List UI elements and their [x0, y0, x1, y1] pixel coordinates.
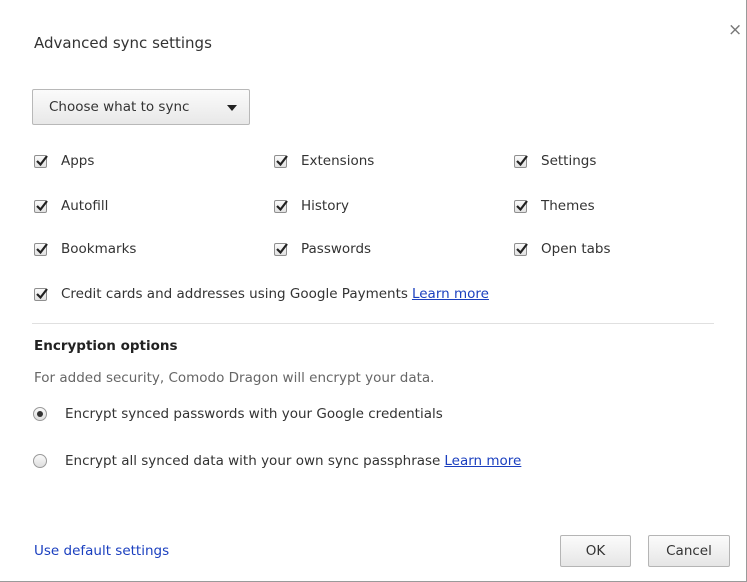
choose-what-to-sync-dropdown[interactable]: Choose what to sync — [32, 89, 250, 125]
checkbox-credit-cards[interactable]: Credit cards and addresses using Google … — [34, 286, 489, 302]
checkbox-label: Passwords — [301, 241, 372, 257]
checkbox-passwords[interactable]: Passwords — [274, 241, 371, 257]
checkmark-icon[interactable] — [514, 242, 528, 256]
radio-label: Encrypt synced passwords with your Googl… — [65, 406, 443, 422]
checkmark-icon[interactable] — [34, 154, 48, 168]
use-default-settings-link[interactable]: Use default settings — [34, 543, 169, 559]
checkmark-icon[interactable] — [274, 199, 288, 213]
checkbox-label: Credit cards and addresses using Google … — [61, 286, 408, 302]
checkmark-icon[interactable] — [34, 199, 48, 213]
checkbox-label: Open tabs — [541, 241, 611, 257]
checkbox-label: Autofill — [61, 198, 109, 214]
checkbox-label: Extensions — [301, 153, 375, 169]
radio-encrypt-all[interactable]: Encrypt all synced data with your own sy… — [33, 453, 521, 469]
learn-more-link[interactable]: Learn more — [412, 286, 489, 302]
checkmark-icon[interactable] — [34, 287, 48, 301]
advanced-sync-dialog: Advanced sync settings × Choose what to … — [0, 0, 747, 582]
ok-button[interactable]: OK — [560, 535, 631, 567]
radio-unselected-icon[interactable] — [33, 454, 47, 468]
checkbox-open-tabs[interactable]: Open tabs — [514, 241, 611, 257]
encryption-title: Encryption options — [34, 338, 178, 354]
checkmark-icon[interactable] — [274, 242, 288, 256]
checkmark-icon[interactable] — [34, 242, 48, 256]
dropdown-label: Choose what to sync — [49, 99, 190, 115]
radio-selected-icon[interactable] — [33, 407, 47, 421]
checkmark-icon[interactable] — [514, 154, 528, 168]
checkbox-apps[interactable]: Apps — [34, 153, 94, 169]
checkbox-label: Themes — [541, 198, 595, 214]
dropdown-arrow-icon — [227, 105, 237, 111]
close-icon[interactable]: × — [728, 22, 742, 39]
section-divider — [32, 323, 714, 324]
learn-more-link[interactable]: Learn more — [444, 453, 521, 469]
cancel-button[interactable]: Cancel — [648, 535, 730, 567]
checkbox-themes[interactable]: Themes — [514, 198, 595, 214]
checkbox-label: Settings — [541, 153, 597, 169]
checkbox-label: Bookmarks — [61, 241, 137, 257]
checkmark-icon[interactable] — [274, 154, 288, 168]
checkbox-autofill[interactable]: Autofill — [34, 198, 108, 214]
radio-label: Encrypt all synced data with your own sy… — [65, 453, 441, 469]
checkbox-bookmarks[interactable]: Bookmarks — [34, 241, 136, 257]
checkmark-icon[interactable] — [514, 199, 528, 213]
checkbox-history[interactable]: History — [274, 198, 349, 214]
checkbox-extensions[interactable]: Extensions — [274, 153, 374, 169]
radio-encrypt-passwords[interactable]: Encrypt synced passwords with your Googl… — [33, 406, 443, 422]
checkbox-label: Apps — [61, 153, 95, 169]
encryption-description: For added security, Comodo Dragon will e… — [34, 370, 435, 386]
checkbox-settings[interactable]: Settings — [514, 153, 596, 169]
dialog-title: Advanced sync settings — [34, 34, 212, 52]
checkbox-label: History — [301, 198, 350, 214]
